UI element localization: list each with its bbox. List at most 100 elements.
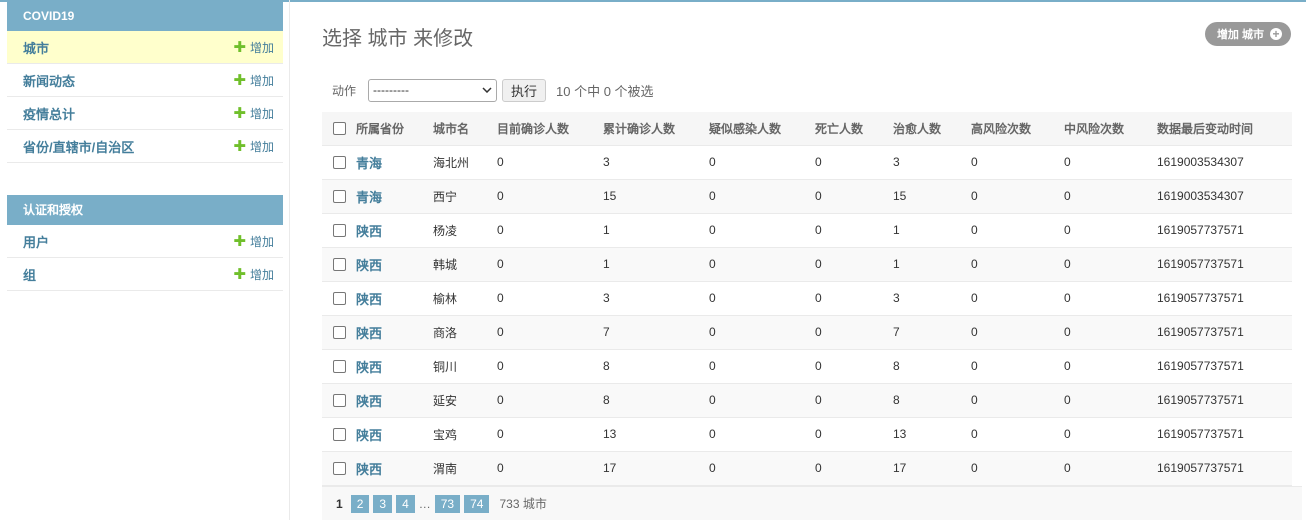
row-checkbox[interactable] <box>333 428 346 442</box>
sidebar: COVID19 城市 ✚ 增加 新闻动态 ✚ 增加 疫情总计 ✚ 增加 省份/直辖市/… <box>0 0 290 520</box>
province-link[interactable]: 陕西 <box>356 258 382 273</box>
table-cell: 0 <box>1064 325 1071 339</box>
table-cell: 0 <box>815 325 822 339</box>
action-select[interactable]: --------- <box>368 78 498 102</box>
table-row: 陕西 榆林 0 3 0 0 3 0 0 1619057737571 <box>322 281 1292 316</box>
page-link[interactable]: 2 <box>350 494 370 513</box>
add-group-link[interactable]: ✚ 增加 <box>233 266 274 283</box>
table-cell: 1619057737571 <box>1157 359 1244 373</box>
row-checkbox[interactable] <box>333 190 346 204</box>
table-cell: 0 <box>1064 155 1071 169</box>
row-checkbox[interactable] <box>333 394 346 408</box>
add-city-link[interactable]: ✚ 增加 <box>233 39 274 56</box>
sidebar-item-label[interactable]: 疫情总计 <box>23 104 75 123</box>
column-header[interactable]: 数据最后变动时间 <box>1157 112 1292 146</box>
province-link[interactable]: 青海 <box>356 156 382 171</box>
table-cell: 0 <box>971 257 978 271</box>
table-cell: 1 <box>603 257 610 271</box>
module-caption[interactable]: 认证和授权 <box>7 195 283 225</box>
sidebar-item-city[interactable]: 城市 ✚ 增加 <box>7 31 283 64</box>
row-checkbox[interactable] <box>333 360 346 374</box>
table-cell: 0 <box>497 223 504 237</box>
table-cell: 0 <box>971 359 978 373</box>
add-total-link[interactable]: ✚ 增加 <box>233 105 274 122</box>
table-cell: 8 <box>893 359 900 373</box>
header-row: 所属省份 城市名 目前确诊人数 累计确诊人数 疑似感染人数 死亡人数 治愈人数 … <box>322 112 1292 146</box>
province-link[interactable]: 陕西 <box>356 292 382 307</box>
execute-button[interactable]: 执行 <box>502 78 547 102</box>
column-header[interactable]: 中风险次数 <box>1064 112 1157 146</box>
column-header[interactable]: 死亡人数 <box>815 112 893 146</box>
select-all-checkbox[interactable] <box>333 122 346 136</box>
province-link[interactable]: 青海 <box>356 190 382 205</box>
row-checkbox[interactable] <box>333 224 346 238</box>
column-header[interactable]: 城市名 <box>433 112 497 146</box>
table-cell: 1619057737571 <box>1157 427 1244 441</box>
column-header[interactable]: 累计确诊人数 <box>603 112 709 146</box>
province-link[interactable]: 陕西 <box>356 394 382 409</box>
page-link[interactable]: 73 <box>434 494 461 513</box>
sidebar-item-label[interactable]: 用户 <box>23 232 49 251</box>
column-header[interactable]: 疑似感染人数 <box>709 112 815 146</box>
table-cell: 0 <box>1064 393 1071 407</box>
row-checkbox[interactable] <box>333 156 346 170</box>
table-cell: 1619057737571 <box>1157 393 1244 407</box>
column-header[interactable]: 治愈人数 <box>893 112 971 146</box>
column-header[interactable]: 高风险次数 <box>971 112 1064 146</box>
province-link[interactable]: 陕西 <box>356 428 382 443</box>
row-checkbox[interactable] <box>333 462 346 476</box>
sidebar-item-groups[interactable]: 组 ✚ 增加 <box>7 258 283 291</box>
row-checkbox[interactable] <box>333 292 346 306</box>
add-province-link[interactable]: ✚ 增加 <box>233 138 274 155</box>
row-checkbox[interactable] <box>333 326 346 340</box>
table-cell: 1619057737571 <box>1157 257 1244 271</box>
column-header[interactable]: 所属省份 <box>356 112 433 146</box>
sidebar-item-total[interactable]: 疫情总计 ✚ 增加 <box>7 97 283 130</box>
module-caption[interactable]: COVID19 <box>7 1 283 31</box>
column-header[interactable]: 目前确诊人数 <box>497 112 603 146</box>
sidebar-item-label[interactable]: 组 <box>23 265 36 284</box>
table-cell: 0 <box>709 359 716 373</box>
add-news-link[interactable]: ✚ 增加 <box>233 72 274 89</box>
province-link[interactable]: 陕西 <box>356 360 382 375</box>
add-city-button[interactable]: 增加 城市 + <box>1204 22 1291 46</box>
table-cell: 宝鸡 <box>433 427 458 442</box>
page-ellipsis: … <box>418 496 431 511</box>
table-cell: 0 <box>1064 291 1071 305</box>
sidebar-item-label[interactable]: 城市 <box>23 38 49 57</box>
plus-icon: ✚ <box>233 232 246 250</box>
table-row: 青海 海北州 0 3 0 0 3 0 0 1619003534307 <box>322 145 1292 180</box>
table-row: 陕西 宝鸡 0 13 0 0 13 0 0 1619057737571 <box>322 417 1292 452</box>
plus-icon: ✚ <box>233 38 246 56</box>
table-cell: 0 <box>971 189 978 203</box>
sidebar-item-users[interactable]: 用户 ✚ 增加 <box>7 225 283 258</box>
table-cell: 0 <box>709 155 716 169</box>
add-label: 增加 <box>249 73 274 88</box>
sidebar-item-province[interactable]: 省份/直辖市/自治区 ✚ 增加 <box>7 130 283 163</box>
plus-icon: + <box>1270 28 1282 40</box>
province-link[interactable]: 陕西 <box>356 462 382 477</box>
table-cell: 3 <box>893 291 900 305</box>
sidebar-item-label[interactable]: 省份/直辖市/自治区 <box>23 137 134 156</box>
page-link[interactable]: 3 <box>373 494 393 513</box>
table-cell: 15 <box>603 189 617 203</box>
sidebar-item-news[interactable]: 新闻动态 ✚ 增加 <box>7 64 283 97</box>
sidebar-item-label[interactable]: 新闻动态 <box>23 71 75 90</box>
add-label: 增加 <box>249 139 274 154</box>
table-row: 陕西 杨凌 0 1 0 0 1 0 0 1619057737571 <box>322 213 1292 248</box>
table-cell: 0 <box>709 291 716 305</box>
table-cell: 0 <box>971 393 978 407</box>
add-label: 增加 <box>249 234 274 249</box>
table-cell: 0 <box>815 461 822 475</box>
add-user-link[interactable]: ✚ 增加 <box>233 233 274 250</box>
table-cell: 0 <box>709 257 716 271</box>
row-checkbox[interactable] <box>333 258 346 272</box>
table-cell: 0 <box>971 291 978 305</box>
province-link[interactable]: 陕西 <box>356 224 382 239</box>
page-link[interactable]: 4 <box>396 494 415 513</box>
table-cell: 1 <box>603 223 610 237</box>
province-link[interactable]: 陕西 <box>356 326 382 341</box>
table-cell: 8 <box>893 393 900 407</box>
page-link[interactable]: 74 <box>464 494 490 513</box>
table-row: 陕西 韩城 0 1 0 0 1 0 0 1619057737571 <box>322 247 1292 282</box>
